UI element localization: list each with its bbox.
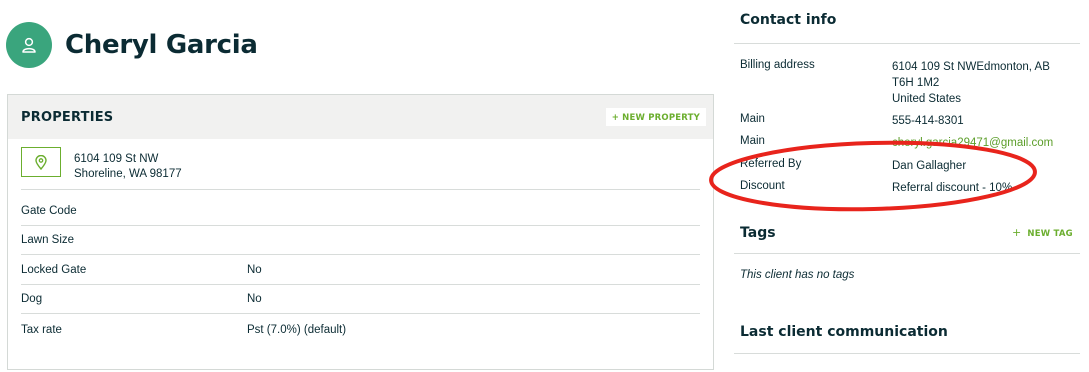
contact-info-title: Contact info	[740, 12, 837, 28]
billing-address-label: Billing address	[740, 59, 815, 71]
field-label-gate-code: Gate Code	[21, 205, 77, 217]
person-icon	[22, 37, 36, 53]
client-header: Cheryl Garcia	[6, 22, 258, 68]
property-field-row: Tax rate Pst (7.0%) (default)	[21, 315, 700, 344]
last-communication-divider	[734, 353, 1080, 354]
property-address-row[interactable]: 6104 109 St NW Shoreline, WA 98177	[21, 147, 700, 190]
tags-title: Tags	[740, 225, 776, 241]
billing-address-line1: 6104 109 St NWEdmonton, AB T6H 1M2	[892, 61, 1050, 89]
email-link[interactable]: cheryl.garcia29471@gmail.com	[892, 135, 1072, 151]
discount-value: Referral discount - 10%	[892, 182, 1013, 194]
property-field-row: Gate Code	[21, 197, 700, 226]
discount-label: Discount	[740, 180, 785, 192]
property-field-row: Dog No	[21, 285, 700, 314]
new-property-button[interactable]: + NEW PROPERTY	[605, 108, 706, 126]
client-name: Cheryl Garcia	[65, 30, 258, 60]
billing-address-row: Billing address 6104 109 St NWEdmonton, …	[740, 59, 1072, 107]
properties-card: PROPERTIES + NEW PROPERTY 6104 109 St NW…	[7, 94, 714, 370]
map-pin-icon	[35, 154, 47, 170]
field-label-lawn-size: Lawn Size	[21, 234, 75, 246]
email-label: Main	[740, 135, 765, 147]
referred-by-value: Dan Gallagher	[892, 160, 967, 172]
new-tag-button[interactable]: + NEW TAG	[1012, 226, 1073, 239]
no-tags-text: This client has no tags	[740, 269, 855, 281]
property-address[interactable]: 6104 109 St NW Shoreline, WA 98177	[74, 152, 182, 189]
last-communication-title: Last client communication	[740, 324, 948, 340]
contact-row-phone: Main 555-414-8301	[740, 113, 1072, 129]
contact-row-referred-by: Referred By Dan Gallagher	[740, 158, 1072, 174]
field-label-locked-gate: Locked Gate	[21, 264, 87, 276]
property-field-row: Locked Gate No	[21, 256, 700, 285]
field-value-dog: No	[247, 293, 262, 305]
properties-title: PROPERTIES	[21, 109, 114, 125]
billing-address-value: 6104 109 St NWEdmonton, AB T6H 1M2 Unite…	[892, 59, 1072, 107]
field-value-tax-rate: Pst (7.0%) (default)	[247, 323, 347, 336]
plus-icon: +	[1012, 226, 1022, 239]
billing-address-line2: United States	[892, 93, 962, 105]
field-value-locked-gate: No	[247, 264, 262, 276]
field-label-tax-rate: Tax rate	[21, 323, 62, 336]
phone-value[interactable]: 555-414-8301	[892, 113, 1072, 129]
property-address-line2: Shoreline, WA 98177	[74, 168, 182, 180]
contact-info-divider	[734, 43, 1080, 44]
field-label-dog: Dog	[21, 293, 43, 305]
property-field-row: Lawn Size	[21, 226, 700, 255]
contact-row-discount: Discount Referral discount - 10%	[740, 180, 1072, 196]
contact-row-email: Main cheryl.garcia29471@gmail.com	[740, 135, 1072, 151]
new-tag-label: NEW TAG	[1027, 229, 1073, 239]
client-avatar	[6, 22, 52, 68]
properties-card-header: PROPERTIES + NEW PROPERTY	[8, 95, 713, 139]
phone-label: Main	[740, 113, 765, 125]
property-pin[interactable]	[21, 147, 61, 177]
property-address-line1: 6104 109 St NW	[74, 153, 159, 165]
tags-divider	[734, 253, 1080, 254]
referred-by-label: Referred By	[740, 158, 802, 170]
